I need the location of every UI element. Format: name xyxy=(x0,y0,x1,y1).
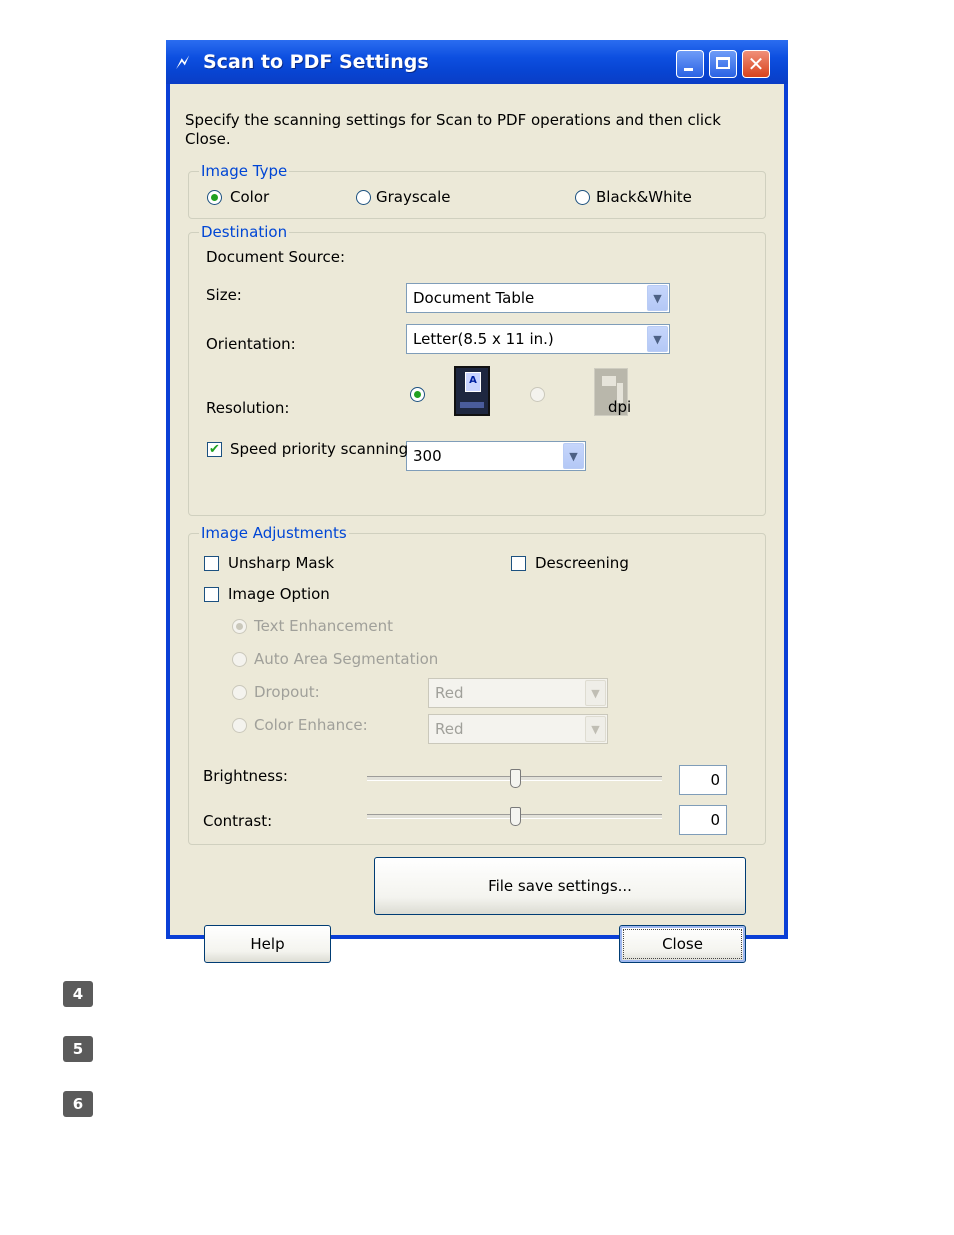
size-value: Letter(8.5 x 11 in.) xyxy=(413,330,554,348)
descreening-checkbox[interactable] xyxy=(511,556,526,571)
minimize-icon xyxy=(684,68,693,71)
grayscale-radio[interactable] xyxy=(356,190,371,205)
resolution-label: Resolution: xyxy=(206,399,290,417)
step-badge-4: 4 xyxy=(63,981,93,1007)
maximize-button[interactable] xyxy=(709,50,737,78)
chevron-down-icon[interactable]: ▼ xyxy=(585,680,606,706)
brightness-slider-thumb[interactable] xyxy=(510,769,521,788)
orientation-label: Orientation: xyxy=(206,335,296,353)
minimize-button[interactable] xyxy=(676,50,704,78)
chevron-down-icon[interactable]: ▼ xyxy=(647,326,668,352)
scan-feather-icon: 🗲 xyxy=(176,50,190,74)
black-white-radio[interactable] xyxy=(575,190,590,205)
resolution-unit: dpi xyxy=(608,398,632,416)
resolution-value: 300 xyxy=(413,447,442,465)
brightness-label: Brightness: xyxy=(203,767,288,785)
step-badge-6: 6 xyxy=(63,1091,93,1117)
contrast-slider-thumb[interactable] xyxy=(510,807,521,826)
descreening-label[interactable]: Descreening xyxy=(535,554,629,572)
document-source-value: Document Table xyxy=(413,289,535,307)
color-enhance-label[interactable]: Color Enhance: xyxy=(254,716,368,734)
close-icon: ✕ xyxy=(747,52,765,76)
brightness-value-input[interactable]: 0 xyxy=(679,765,727,795)
contrast-value-input[interactable]: 0 xyxy=(679,805,727,835)
dropout-dropdown[interactable]: Red ▼ xyxy=(428,678,608,708)
file-save-settings-button[interactable]: File save settings... xyxy=(374,857,746,915)
text-enhancement-radio[interactable] xyxy=(232,619,247,634)
intro-text-line-2: Close. xyxy=(185,130,231,148)
title-bar[interactable]: 🗲 Scan to PDF Settings ✕ xyxy=(166,40,788,84)
color-enhance-dropdown[interactable]: Red ▼ xyxy=(428,714,608,744)
size-label: Size: xyxy=(206,286,242,304)
dialog-client-area: Specify the scanning settings for Scan t… xyxy=(170,84,784,963)
window-title: Scan to PDF Settings xyxy=(203,51,429,73)
resolution-dropdown[interactable]: 300 ▼ xyxy=(406,441,586,471)
close-window-button[interactable]: ✕ xyxy=(742,50,770,78)
step-badge-5: 5 xyxy=(63,1036,93,1062)
image-adjustments-legend: Image Adjustments xyxy=(199,524,349,542)
grayscale-label[interactable]: Grayscale xyxy=(376,188,451,206)
scan-to-pdf-settings-window: 🗲 Scan to PDF Settings ✕ Specify the sca… xyxy=(166,40,788,963)
auto-area-segmentation-radio[interactable] xyxy=(232,652,247,667)
speed-priority-label[interactable]: Speed priority scanning xyxy=(230,440,408,458)
chevron-down-icon[interactable]: ▼ xyxy=(585,716,606,742)
chevron-down-icon[interactable]: ▼ xyxy=(647,285,668,311)
maximize-icon xyxy=(716,57,730,69)
dropout-value: Red xyxy=(435,684,464,702)
auto-area-segmentation-label[interactable]: Auto Area Segmentation xyxy=(254,650,438,668)
size-dropdown[interactable]: Letter(8.5 x 11 in.) ▼ xyxy=(406,324,670,354)
orientation-landscape-radio[interactable] xyxy=(530,387,545,402)
color-enhance-radio[interactable] xyxy=(232,718,247,733)
orientation-portrait-radio[interactable] xyxy=(410,387,425,402)
destination-legend: Destination xyxy=(199,223,290,241)
color-enhance-value: Red xyxy=(435,720,464,738)
color-radio[interactable] xyxy=(207,190,222,205)
contrast-label: Contrast: xyxy=(203,812,273,830)
speed-priority-checkbox[interactable]: ✔ xyxy=(207,442,222,457)
dropout-radio[interactable] xyxy=(232,685,247,700)
color-label[interactable]: Color xyxy=(230,188,269,206)
image-option-checkbox[interactable] xyxy=(204,587,219,602)
image-type-legend: Image Type xyxy=(199,162,290,180)
close-button-label: Close xyxy=(662,935,703,953)
document-source-label: Document Source: xyxy=(206,248,346,266)
close-button[interactable]: Close xyxy=(619,925,746,963)
dropout-label[interactable]: Dropout: xyxy=(254,683,320,701)
portrait-orientation-icon[interactable]: A xyxy=(454,366,490,416)
black-white-label[interactable]: Black&White xyxy=(596,188,692,206)
chevron-down-icon[interactable]: ▼ xyxy=(563,443,584,469)
help-button[interactable]: Help xyxy=(204,925,331,963)
text-enhancement-label[interactable]: Text Enhancement xyxy=(254,617,393,635)
image-option-label[interactable]: Image Option xyxy=(228,585,330,603)
intro-text-line-1: Specify the scanning settings for Scan t… xyxy=(185,111,721,129)
unsharp-mask-label[interactable]: Unsharp Mask xyxy=(228,554,334,572)
document-source-dropdown[interactable]: Document Table ▼ xyxy=(406,283,670,313)
unsharp-mask-checkbox[interactable] xyxy=(204,556,219,571)
